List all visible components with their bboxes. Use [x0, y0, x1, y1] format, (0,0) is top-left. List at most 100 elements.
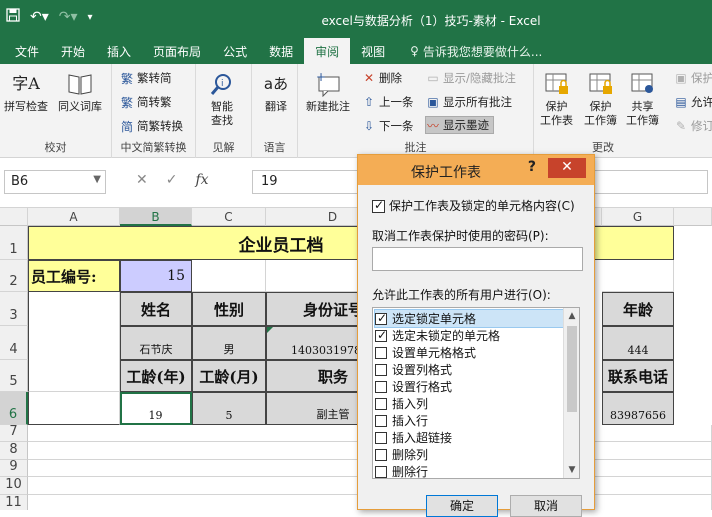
option-delete-rows[interactable]: 删除行 — [375, 463, 565, 478]
show-ink-button[interactable]: 〰显示墨迹 — [425, 116, 494, 134]
spell-check-icon: 字A — [12, 74, 40, 93]
option-select-locked-cells[interactable]: 选定锁定单元格 — [374, 309, 566, 328]
protect-sheet-button[interactable]: 保护 工作表 — [540, 70, 573, 128]
row-header-9[interactable]: 9 — [0, 459, 28, 477]
tab-view[interactable]: 视图 — [350, 38, 396, 64]
row-header-3[interactable]: 3 — [0, 292, 28, 326]
password-input[interactable] — [372, 247, 583, 271]
window-title: excel与数据分析（1）技巧-素材 - Excel — [321, 14, 541, 28]
header-age[interactable]: 年龄 — [602, 292, 674, 326]
traditional-to-simplified-button[interactable]: 繁繁转简 — [120, 70, 172, 86]
column-header-a[interactable]: A — [28, 208, 120, 226]
ok-button[interactable]: 确定 — [426, 495, 498, 517]
chinese-conversion-button[interactable]: 简简繁转换 — [120, 118, 183, 134]
show-all-comments-button[interactable]: ▣ 显示所有批注 — [426, 94, 512, 110]
column-header-g[interactable]: G — [602, 208, 674, 226]
column-header-c[interactable]: C — [192, 208, 266, 226]
option-insert-hyperlinks[interactable]: 插入超链接 — [375, 429, 565, 446]
column-header-b[interactable]: B — [120, 208, 192, 226]
header-name[interactable]: 姓名 — [120, 292, 192, 326]
help-icon[interactable]: ? — [528, 159, 536, 175]
option-insert-columns[interactable]: 插入列 — [375, 395, 565, 412]
option-format-rows[interactable]: 设置行格式 — [375, 378, 565, 395]
option-format-cells[interactable]: 设置单元格格式 — [375, 344, 565, 361]
protect-workbook-button[interactable]: 保护 工作簿 — [584, 70, 617, 128]
cancel-icon[interactable]: ✕ — [136, 172, 148, 188]
next-comment-button[interactable]: ⇩ 下一条 — [362, 118, 414, 134]
smart-lookup-button[interactable]: i 智能 查找 — [208, 70, 236, 128]
tell-me-box[interactable]: ♀ 告诉我您想要做什么... — [396, 38, 553, 64]
row-header-10[interactable]: 10 — [0, 477, 28, 495]
header-gender[interactable]: 性别 — [192, 292, 266, 326]
tab-formulas[interactable]: 公式 — [212, 38, 258, 64]
cell-g2[interactable] — [602, 260, 674, 292]
header-phone[interactable]: 联系电话 — [602, 360, 674, 392]
row-header-4[interactable]: 4 — [0, 326, 28, 360]
checkbox-icon — [375, 363, 387, 376]
delete-comment-button[interactable]: ✕ 删除 — [362, 70, 402, 86]
value-name[interactable]: 石节庆 — [120, 326, 192, 360]
permissions-list[interactable]: 选定锁定单元格 选定未锁定的单元格 设置单元格格式 设置列格式 设置行格式 插入… — [372, 307, 580, 479]
tell-me-text: 告诉我您想要做什么... — [422, 44, 543, 59]
enter-icon[interactable]: ✓ — [166, 172, 178, 188]
new-comment-button[interactable]: + 新建批注 — [306, 70, 350, 114]
employee-number-label[interactable]: 员工编号: — [28, 260, 120, 292]
option-format-columns[interactable]: 设置列格式 — [375, 361, 565, 378]
track-changes-button[interactable]: ✎ 修订 — [674, 118, 712, 134]
allow-edit-icon: ▤ — [675, 95, 687, 109]
translate-button[interactable]: aあ 翻译 — [262, 70, 290, 114]
tab-home[interactable]: 开始 — [50, 38, 96, 64]
row-header-1[interactable]: 1 — [0, 226, 28, 260]
cell-a3[interactable] — [28, 292, 120, 392]
tab-file[interactable]: 文件 — [4, 38, 50, 64]
header-years-month[interactable]: 工龄(月) — [192, 360, 266, 392]
row-header-7[interactable]: 7 — [0, 424, 28, 442]
header-years-year[interactable]: 工龄(年) — [120, 360, 192, 392]
cell-a6[interactable] — [28, 392, 120, 425]
tab-page-layout[interactable]: 页面布局 — [142, 38, 212, 64]
value-phone[interactable]: 83987656 — [602, 392, 674, 425]
value-years-month[interactable]: 5 — [192, 392, 266, 425]
previous-comment-button[interactable]: ⇧ 上一条 — [362, 94, 414, 110]
simplified-to-traditional-button[interactable]: 繁简转繁 — [120, 94, 172, 110]
protect-contents-checkbox[interactable]: 保护工作表及锁定的单元格内容(C) — [372, 197, 575, 214]
employee-number-value[interactable]: 15 — [120, 260, 192, 292]
row-header-6[interactable]: 6 — [0, 392, 28, 425]
row-header-11[interactable]: 11 — [0, 495, 28, 510]
dialog-title-bar[interactable]: 保护工作表 ? ✕ — [358, 155, 594, 185]
row-header-5[interactable]: 5 — [0, 360, 28, 392]
value-years-year[interactable]: 19 — [120, 392, 192, 425]
option-select-unlocked-cells[interactable]: 选定未锁定的单元格 — [375, 327, 565, 344]
list-scrollbar[interactable]: ▲ ▼ — [563, 308, 579, 478]
chevron-down-icon[interactable]: ▼ — [93, 174, 101, 185]
tab-insert[interactable]: 插入 — [96, 38, 142, 64]
tab-data[interactable]: 数据 — [258, 38, 304, 64]
show-hide-comment-button[interactable]: ▭ 显示/隐藏批注 — [426, 70, 516, 86]
column-header-h[interactable] — [674, 208, 712, 226]
cancel-button[interactable]: 取消 — [510, 495, 582, 517]
convert-icon: 简 — [120, 119, 133, 134]
close-icon[interactable]: ✕ — [548, 158, 586, 178]
value-age[interactable]: 444 — [602, 326, 674, 360]
protect-share-icon: ▣ — [675, 71, 687, 85]
name-box[interactable]: B6 ▼ — [4, 170, 106, 194]
thesaurus-button[interactable]: 同义词库 — [58, 70, 102, 114]
row-header-8[interactable]: 8 — [0, 442, 28, 460]
option-delete-columns[interactable]: 删除列 — [375, 446, 565, 463]
insert-function-icon[interactable]: fx — [195, 172, 208, 188]
value-gender[interactable]: 男 — [192, 326, 266, 360]
spell-check-button[interactable]: 字A 拼写检查 — [4, 70, 48, 114]
scrollbar-thumb[interactable] — [567, 326, 577, 412]
chevron-up-icon[interactable]: ▲ — [564, 308, 579, 324]
tab-review[interactable]: 审阅 — [304, 38, 351, 64]
select-all-corner[interactable] — [0, 208, 28, 226]
row-header-2[interactable]: 2 — [0, 260, 28, 292]
option-insert-rows[interactable]: 插入行 — [375, 412, 565, 429]
protect-share-button[interactable]: ▣ 保护 — [674, 70, 712, 86]
chevron-down-icon[interactable]: ▼ — [564, 462, 579, 478]
group-proofing: 字A 拼写检查 同义词库 校对 — [0, 64, 112, 158]
share-workbook-button[interactable]: 共享 工作簿 — [626, 70, 659, 128]
allow-edit-ranges-button[interactable]: ▤ 允许 — [674, 94, 712, 110]
worksheet-grid: A B C D G 1 2 3 4 5 6 7 8 9 10 11 企业员工档 … — [0, 208, 712, 510]
cell-c2[interactable] — [192, 260, 266, 292]
